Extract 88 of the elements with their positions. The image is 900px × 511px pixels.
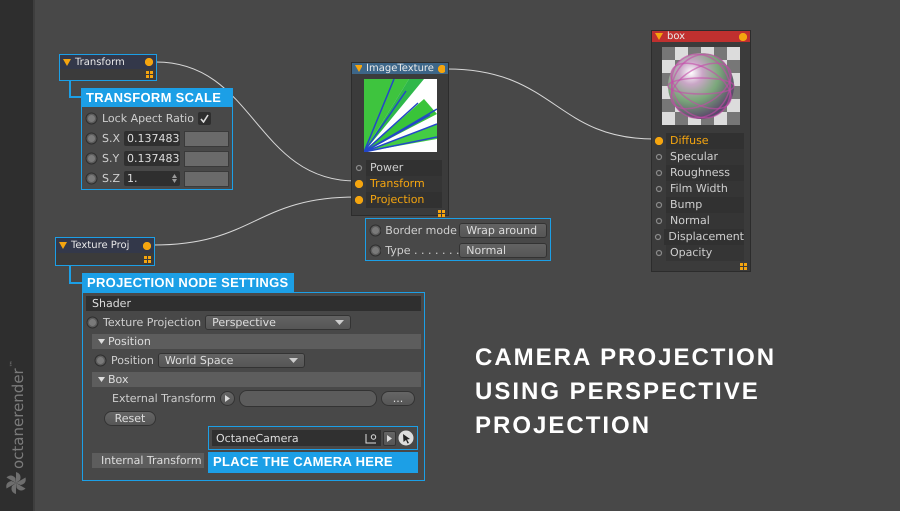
port-label[interactable]: Opacity	[666, 245, 744, 261]
pick-cursor-icon[interactable]	[398, 430, 414, 446]
port-label[interactable]: Diffuse	[666, 133, 744, 149]
port-dot-icon[interactable]	[655, 185, 663, 193]
field-label: Position	[111, 354, 154, 367]
node-header[interactable]: Texture Proj	[56, 238, 154, 253]
link-arrow-button[interactable]	[383, 430, 396, 446]
collapse-triangle-icon[interactable]	[63, 58, 71, 66]
camera-link-field[interactable]: OctaneCamera	[208, 426, 418, 450]
dropdown[interactable]: World Space	[158, 353, 305, 368]
checkmark-icon	[200, 114, 209, 123]
number-field[interactable]: 1.	[124, 171, 180, 186]
port-label[interactable]: Transform	[366, 176, 442, 192]
node-title: ImageTexture	[366, 63, 434, 74]
dropdown[interactable]: Normal	[459, 243, 547, 258]
section-header[interactable]: Position	[92, 334, 421, 349]
section-header: Shader	[86, 296, 421, 311]
expand-icon[interactable]	[146, 71, 153, 78]
headline-text: PROJECTION	[475, 412, 652, 440]
port-dot-icon[interactable]	[654, 233, 662, 241]
section-title: Internal Transform	[101, 454, 202, 467]
node-title: Transform	[75, 56, 126, 68]
shader-node[interactable]: ImageTexture Power Transform Projection	[351, 62, 449, 216]
port-dot-icon[interactable]	[655, 249, 663, 257]
slider-track[interactable]	[184, 170, 229, 186]
section-header[interactable]: Internal Transform	[92, 453, 204, 468]
port-dot-icon[interactable]	[655, 153, 663, 161]
field-label: S.Z	[102, 172, 120, 185]
object-link-field[interactable]	[238, 390, 377, 407]
field-label: External Transform	[112, 392, 216, 405]
port-label[interactable]: Displacement	[664, 229, 744, 245]
reset-button[interactable]: Reset	[104, 411, 156, 426]
port-label[interactable]: Specular	[666, 149, 744, 165]
collapse-triangle-icon[interactable]	[655, 33, 663, 40]
expand-icon[interactable]	[144, 256, 151, 263]
number-field[interactable]: 0.137483	[124, 151, 180, 166]
section-title: Box	[108, 373, 128, 386]
play-arrow-icon	[224, 395, 230, 402]
port-label[interactable]: Normal	[666, 213, 744, 229]
dropdown-caret-icon	[335, 320, 344, 325]
field-label: Texture Projection	[103, 316, 202, 329]
shader-node[interactable]: Transform	[59, 54, 157, 81]
field-value: OctaneCamera	[216, 432, 299, 444]
lock-checkbox[interactable]	[198, 112, 211, 125]
port-dot-icon[interactable]	[655, 201, 663, 209]
shader-node[interactable]: box Diffuse Specular Roughness Film Width Bump Normal Displacement Opacity	[651, 30, 751, 272]
expanded-triangle-icon[interactable]	[98, 338, 105, 345]
slider-track[interactable]	[184, 130, 229, 146]
field-label: S.X	[102, 132, 120, 145]
port-dot-icon[interactable]	[655, 217, 663, 225]
callout-label: PROJECTION NODE SETTINGS	[82, 273, 294, 292]
dropdown[interactable]: Wrap around	[459, 223, 547, 238]
collapse-triangle-icon[interactable]	[59, 242, 67, 249]
callout-label: PLACE THE CAMERA HERE	[208, 452, 418, 473]
port-label[interactable]: Roughness	[666, 165, 744, 181]
dropdown-caret-icon	[288, 358, 298, 363]
field-label: Lock Apect Ratio	[102, 112, 194, 125]
field-label: S.Y	[102, 152, 120, 165]
expanded-triangle-icon[interactable]	[98, 376, 105, 383]
number-field[interactable]: 0.137483	[124, 131, 180, 146]
node-title: box	[667, 31, 686, 42]
node-header[interactable]: ImageTexture	[352, 63, 448, 74]
callout-label: TRANSFORM SCALE	[81, 88, 233, 106]
section-header[interactable]: Box	[92, 372, 421, 387]
node-header[interactable]: Transform	[60, 55, 156, 69]
node-header[interactable]: box	[652, 31, 750, 42]
brand-wordmark: octanerender	[9, 368, 27, 469]
port-label[interactable]: Bump	[666, 197, 744, 213]
shader-node[interactable]: Texture Proj	[55, 237, 155, 266]
port-label[interactable]: Projection	[366, 192, 442, 208]
expand-icon[interactable]	[438, 210, 445, 217]
port-label[interactable]: Film Width	[666, 181, 744, 197]
field-label: Border mode	[385, 224, 456, 237]
headline-text: USING PERSPECTIVE	[475, 378, 761, 406]
collapse-triangle-icon[interactable]	[355, 65, 362, 72]
port-dot-icon[interactable]	[355, 164, 363, 172]
port-label[interactable]: Power	[366, 160, 442, 176]
spinner-arrows-icon[interactable]	[172, 174, 177, 183]
node-title: Texture Proj	[71, 240, 130, 251]
browse-button[interactable]: ...	[381, 391, 415, 406]
play-arrow-icon	[387, 434, 392, 442]
slider-track[interactable]	[184, 150, 229, 166]
section-title: Position	[108, 335, 151, 348]
port-dot-icon[interactable]	[655, 169, 663, 177]
headline-text: CAMERA PROJECTION	[475, 344, 776, 372]
dropdown[interactable]: Perspective	[205, 315, 352, 330]
expand-icon[interactable]	[740, 263, 747, 270]
link-arrow-button[interactable]	[220, 391, 235, 406]
